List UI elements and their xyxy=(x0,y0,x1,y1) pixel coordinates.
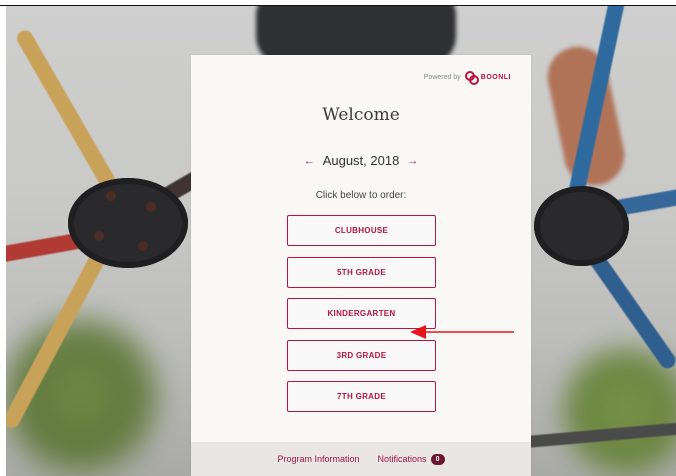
hub-bolt xyxy=(106,191,116,201)
program-button-5th-grade[interactable]: 5TH GRADE xyxy=(287,257,436,288)
instruction-text: Click below to order: xyxy=(315,190,407,201)
notifications-label: Notifications xyxy=(377,454,427,464)
welcome-card: Powered by BOONLI Welcome ← August, 2018… xyxy=(191,55,531,476)
hub-bolt xyxy=(138,241,148,251)
arrow-right-icon[interactable]: → xyxy=(407,155,418,167)
program-button-clubhouse[interactable]: CLUBHOUSE xyxy=(287,215,436,246)
notifications-badge: 0 xyxy=(430,453,445,465)
hub-bolt xyxy=(94,231,104,241)
hub-bolt xyxy=(146,202,156,212)
right-hub xyxy=(534,186,629,266)
powered-by: Powered by BOONLI xyxy=(423,71,511,85)
program-information-link[interactable]: Program Information xyxy=(277,454,359,464)
brand-name: BOONLI xyxy=(480,73,511,81)
powered-by-label: Powered by xyxy=(423,73,461,81)
page-title: Welcome xyxy=(322,105,400,125)
annotation-arrow-icon xyxy=(410,325,514,339)
card-footer: Program Information Notifications 0 xyxy=(191,442,531,476)
program-button-3rd-grade[interactable]: 3RD GRADE xyxy=(287,340,436,371)
left-hub xyxy=(68,178,188,268)
program-button-7th-grade[interactable]: 7TH GRADE xyxy=(287,381,436,412)
boonli-logo-icon xyxy=(464,71,479,85)
bar-yellow-up xyxy=(14,27,123,201)
notifications-link[interactable]: Notifications 0 xyxy=(377,453,445,465)
arrow-left-icon[interactable]: ← xyxy=(304,155,315,167)
month-label: August, 2018 xyxy=(322,153,400,168)
month-selector: ← August, 2018 → xyxy=(191,153,531,168)
